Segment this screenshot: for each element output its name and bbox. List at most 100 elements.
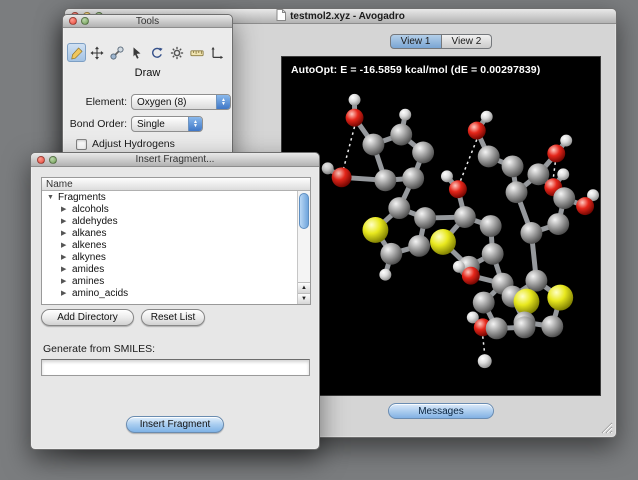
tree-item-amides[interactable]: ▶ amides [42,263,310,275]
tools-window-titlebar[interactable]: Tools [63,15,232,28]
collapse-icon[interactable] [49,155,57,164]
fragment-list: Name ▼ Fragments ▶ alcohols ▶ aldehydes ▶ alkan… [41,177,311,305]
atom-c[interactable] [472,291,495,314]
atom-c[interactable] [477,145,500,168]
disclosure-triangle-icon[interactable]: ▶ [61,265,70,273]
disclosure-triangle-icon[interactable]: ▶ [61,205,70,213]
insert-fragment-button[interactable]: Insert Fragment [126,416,224,433]
list-column-header[interactable]: Name [42,178,310,191]
adjust-hydrogens-checkbox[interactable] [76,139,87,150]
element-dropdown[interactable]: Oxygen (8) ▲ ▼ [131,94,231,110]
atom-h[interactable] [452,260,465,273]
atom-h[interactable] [399,108,412,121]
auto-rotate-tool-button[interactable] [147,43,166,62]
atom-h[interactable] [477,354,492,369]
atom-h[interactable] [557,168,570,181]
resize-grip[interactable] [600,421,613,434]
atom-c[interactable] [505,181,528,204]
atom-c[interactable] [362,133,385,156]
disclosure-triangle-icon[interactable]: ▶ [61,229,70,237]
navigate-tool-button[interactable] [87,43,106,62]
list-scrollbar[interactable]: ▲ ▼ [297,191,310,304]
tab-view-1[interactable]: View 1 [389,34,442,49]
scroll-up-icon[interactable]: ▲ [298,282,310,293]
atom-o[interactable] [448,180,467,199]
atom-c[interactable] [479,215,502,237]
atom-o[interactable] [345,108,364,127]
disclosure-triangle-icon[interactable]: ▶ [61,253,70,261]
atom-c[interactable] [525,269,548,292]
atom-c[interactable] [402,167,425,190]
name-column-label: Name [46,178,73,190]
atom-c[interactable] [388,197,411,220]
close-icon[interactable] [37,155,45,164]
tab-view-2[interactable]: View 2 [441,34,493,49]
disclosure-triangle-icon[interactable]: ▶ [61,277,70,285]
tree-item-fragments[interactable]: ▼ Fragments [42,191,310,203]
atom-c[interactable] [390,123,413,146]
atom-c[interactable] [527,163,550,186]
draw-tool-button[interactable] [67,43,86,62]
atom-o[interactable] [467,121,486,140]
bond-centric-tool-button[interactable] [107,43,126,62]
fragment-tree: ▼ Fragments ▶ alcohols ▶ aldehydes ▶ alkanes ▶ al… [42,191,310,299]
render-viewport[interactable]: AutoOpt: E = -16.5859 kcal/mol (dE = 0.0… [281,56,601,396]
disclosure-triangle-icon[interactable]: ▼ [47,194,56,201]
scrollbar-thumb[interactable] [299,193,309,229]
atom-c[interactable] [412,141,435,164]
atom-h[interactable] [441,170,453,183]
manipulate-tool-button[interactable] [127,43,146,62]
close-icon[interactable] [69,17,77,25]
atom-s[interactable] [430,228,456,255]
atom-s[interactable] [547,284,574,311]
atom-h[interactable] [379,268,392,281]
atom-c[interactable] [553,187,576,210]
atom-s[interactable] [513,288,540,315]
tree-item-alcohols[interactable]: ▶ alcohols [42,203,310,215]
fragment-window-titlebar[interactable]: Insert Fragment... [31,153,319,167]
atom-o[interactable] [547,144,566,163]
messages-button[interactable]: Messages [388,403,494,419]
measure-tool-button[interactable] [187,43,206,62]
tree-item-amines[interactable]: ▶ amines [42,275,310,287]
collapse-icon[interactable] [81,17,89,25]
atom-o[interactable] [331,167,352,188]
align-tool-button[interactable] [207,43,226,62]
tree-item-label: amines [72,275,105,287]
atom-c[interactable] [513,316,536,339]
atom-o[interactable] [576,197,595,216]
hydrogen-bond [342,126,356,169]
atom-c[interactable] [520,222,543,244]
disclosure-triangle-icon[interactable]: ▶ [61,241,70,249]
tree-item-alkynes[interactable]: ▶ alkynes [42,251,310,263]
atom-c[interactable] [380,242,403,265]
auto-optimize-tool-button[interactable] [167,43,186,62]
popup-stepper-icon: ▲ ▼ [216,95,230,109]
atom-c[interactable] [414,207,437,229]
scroll-down-icon[interactable]: ▼ [298,293,310,304]
atom-c[interactable] [485,317,508,340]
tree-item-aldehydes[interactable]: ▶ aldehydes [42,215,310,227]
atom-h[interactable] [560,134,573,147]
atom-h[interactable] [480,110,493,123]
atom-s[interactable] [362,217,389,243]
tree-item-alkenes[interactable]: ▶ alkenes [42,239,310,251]
atom-c[interactable] [547,213,570,235]
atom-o[interactable] [461,266,480,285]
atom-c[interactable] [408,234,431,257]
atom-c[interactable] [541,315,564,338]
smiles-input[interactable] [41,359,310,376]
tree-item-alkanes[interactable]: ▶ alkanes [42,227,310,239]
atom-c[interactable] [481,242,504,265]
tree-item-amino_acids[interactable]: ▶ amino_acids [42,287,310,299]
atom-c[interactable] [453,206,476,228]
atom-c[interactable] [374,169,397,192]
add-directory-button[interactable]: Add Directory [41,309,134,326]
disclosure-triangle-icon[interactable]: ▶ [61,217,70,225]
atom-h[interactable] [348,93,361,106]
bond-order-dropdown[interactable]: Single ▲ ▼ [131,116,203,132]
disclosure-triangle-icon[interactable]: ▶ [61,289,70,297]
atom-c[interactable] [501,155,524,178]
atom-h[interactable] [321,162,334,175]
reset-list-button[interactable]: Reset List [141,309,205,326]
